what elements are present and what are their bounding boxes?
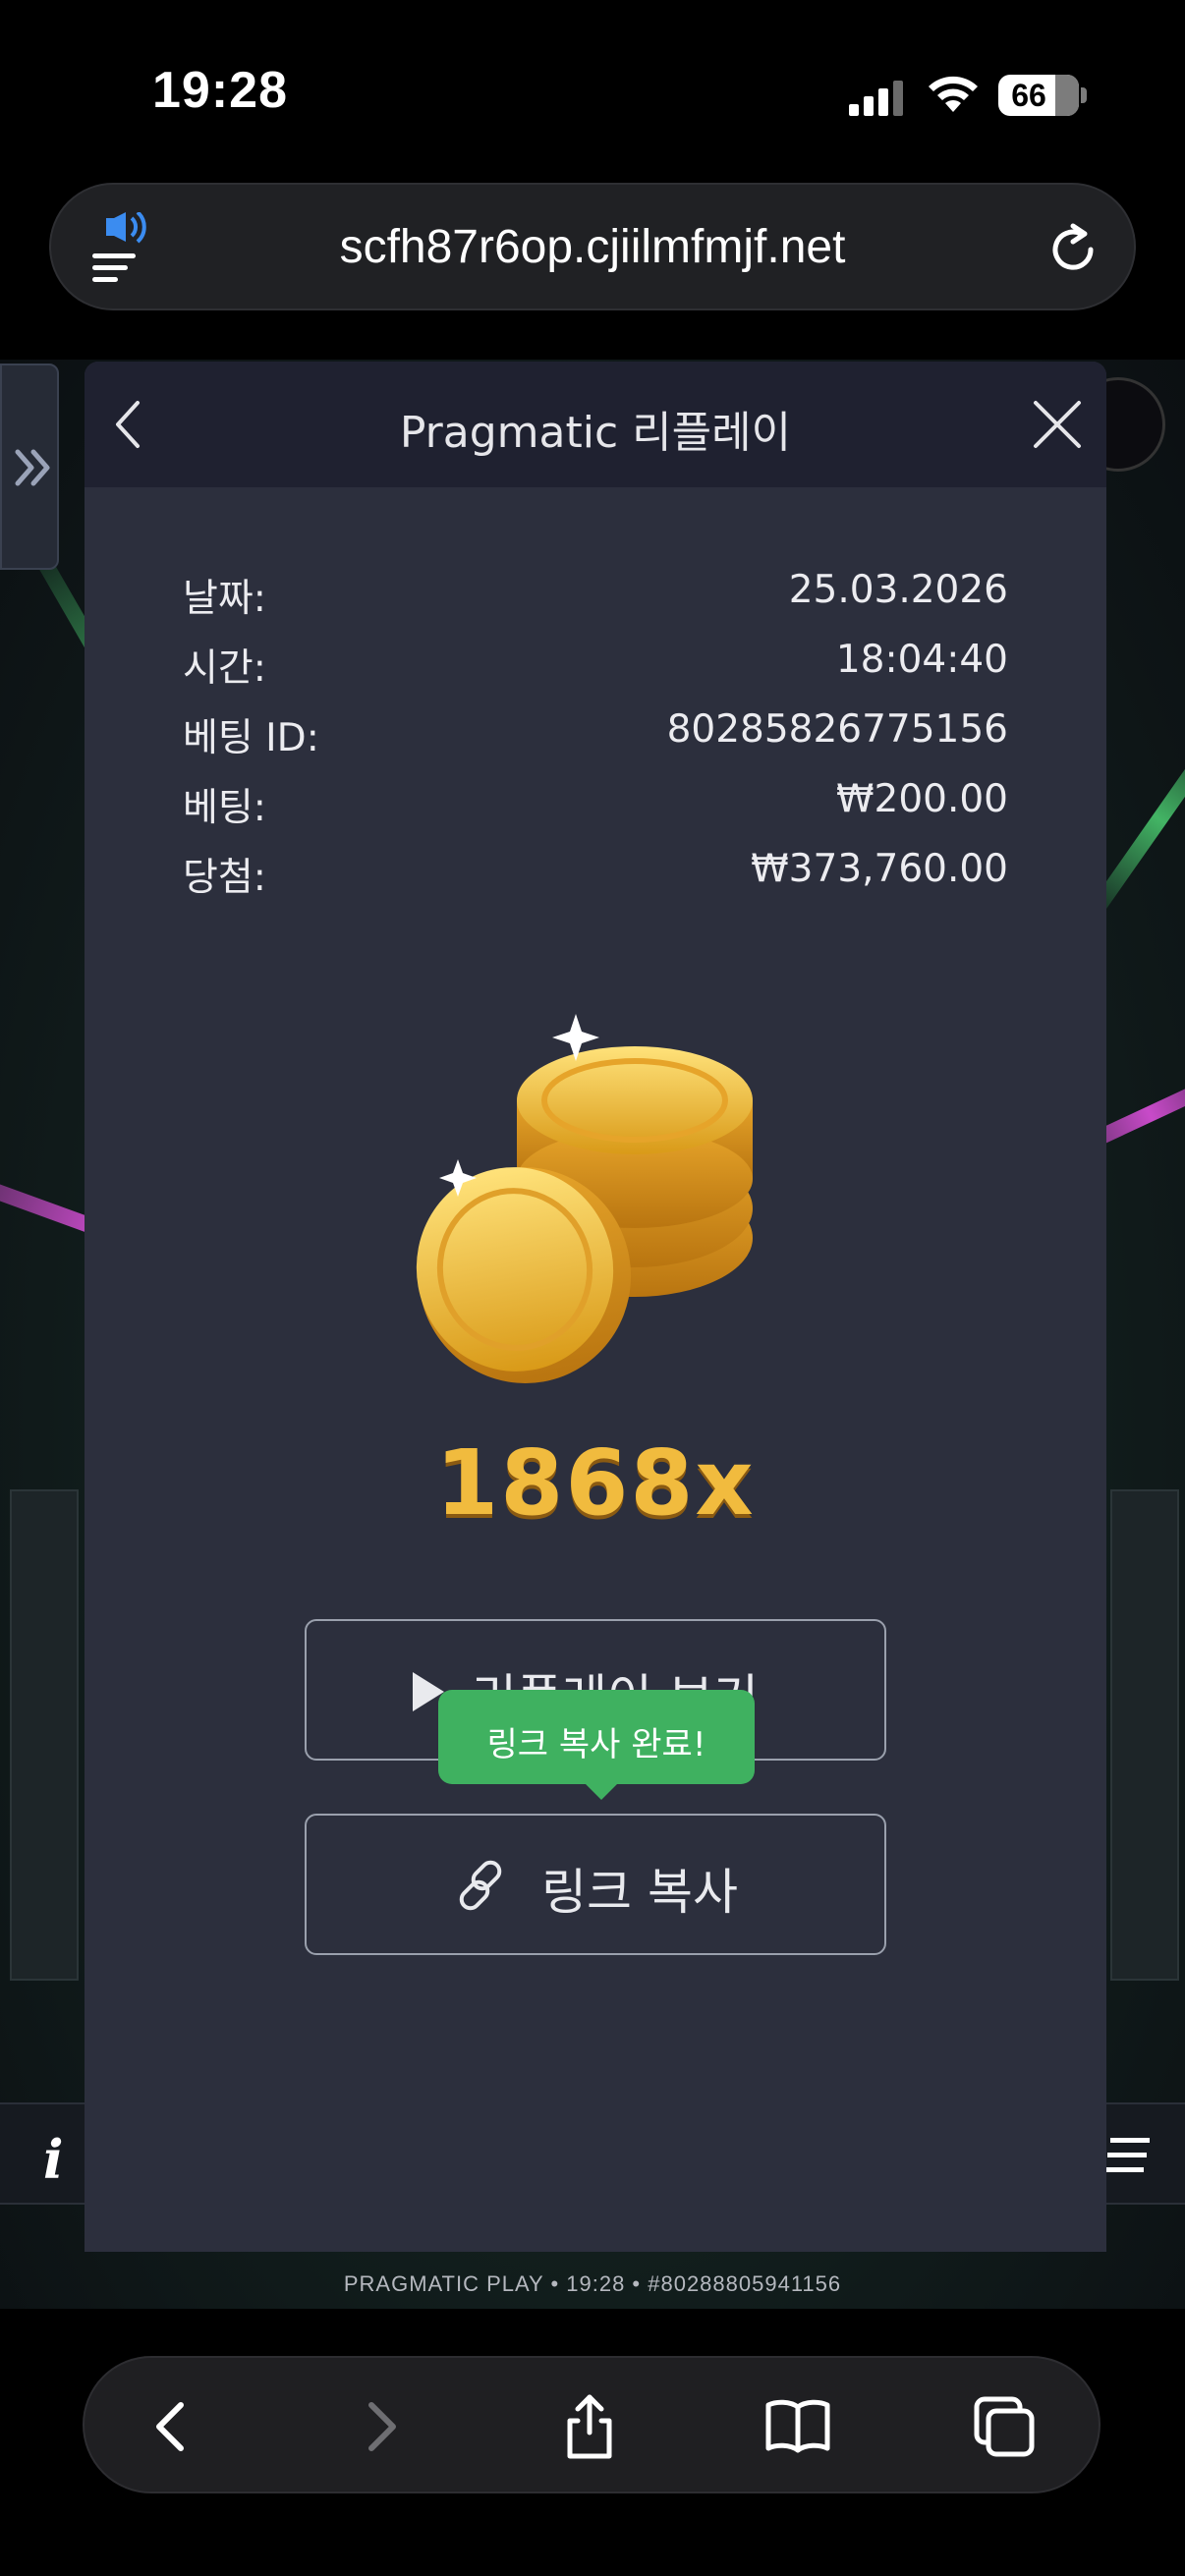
date-value: 25.03.2026 [788, 568, 1008, 612]
close-icon[interactable] [1028, 395, 1087, 454]
bet-value: ₩200.00 [835, 777, 1008, 821]
replay-modal: Pragmatic 리플레이 날짜: 25.03.2026 시간: 18:04:… [85, 362, 1106, 2252]
home-indicator [395, 2547, 790, 2560]
info-row-win: 당첨: ₩373,760.00 [183, 847, 1008, 917]
toast-text: 링크 복사 완료! [486, 1725, 706, 1764]
bet-info-table: 날짜: 25.03.2026 시간: 18:04:40 베팅 ID: 80285… [183, 568, 1008, 917]
info-row-date: 날짜: 25.03.2026 [183, 568, 1008, 638]
url-text[interactable]: scfh87r6op.cjiilmfmjf.net [51, 220, 1134, 274]
info-row-time: 시간: 18:04:40 [183, 638, 1008, 707]
double-chevron-right-icon [15, 449, 50, 486]
info-row-bet-id: 베팅 ID: 80285826775156 [183, 707, 1008, 777]
status-bar: 19:28 66 [0, 0, 1185, 177]
copy-link-button[interactable]: 링크 복사 [305, 1814, 886, 1955]
link-copied-toast: 링크 복사 완료! [438, 1690, 755, 1800]
copy-link-label: 링크 복사 [541, 1864, 738, 1921]
browser-toolbar [83, 2356, 1100, 2493]
time-label: 시간: [183, 646, 266, 691]
bet-id-label: 베팅 ID: [183, 716, 319, 760]
info-row-bet: 베팅: ₩200.00 [183, 777, 1008, 847]
win-value: ₩373,760.00 [751, 847, 1008, 891]
status-time: 19:28 [152, 62, 288, 119]
modal-header: Pragmatic 리플레이 [85, 362, 1106, 487]
time-value: 18:04:40 [835, 638, 1008, 682]
share-icon[interactable] [554, 2391, 625, 2462]
menu-icon[interactable] [1104, 2136, 1150, 2175]
wifi-icon [929, 76, 978, 112]
modal-title: Pragmatic 리플레이 [399, 408, 792, 458]
address-bar[interactable]: scfh87r6op.cjiilmfmjf.net [49, 183, 1136, 310]
forward-icon[interactable] [344, 2391, 415, 2462]
bet-label: 베팅: [183, 786, 266, 830]
side-panel-tab[interactable] [0, 364, 59, 570]
bet-id-value: 80285826775156 [666, 707, 1008, 752]
battery-icon: 66 [998, 75, 1079, 116]
reload-icon[interactable] [1045, 222, 1100, 277]
replay-footer-text: PRAGMATIC PLAY • 19:28 • #80288805941156 [343, 2271, 842, 2296]
info-icon[interactable]: i [43, 2128, 64, 2191]
tabs-icon[interactable] [969, 2391, 1040, 2462]
date-label: 날짜: [183, 577, 266, 621]
win-label: 당첨: [183, 856, 266, 900]
cellular-signal-icon [849, 81, 903, 116]
bookmarks-icon[interactable] [762, 2391, 833, 2462]
win-multiplier: 1868x [435, 1430, 756, 1536]
battery-level: 66 [1011, 78, 1046, 113]
back-icon[interactable] [138, 2391, 208, 2462]
gold-coins-icon [416, 1014, 753, 1383]
